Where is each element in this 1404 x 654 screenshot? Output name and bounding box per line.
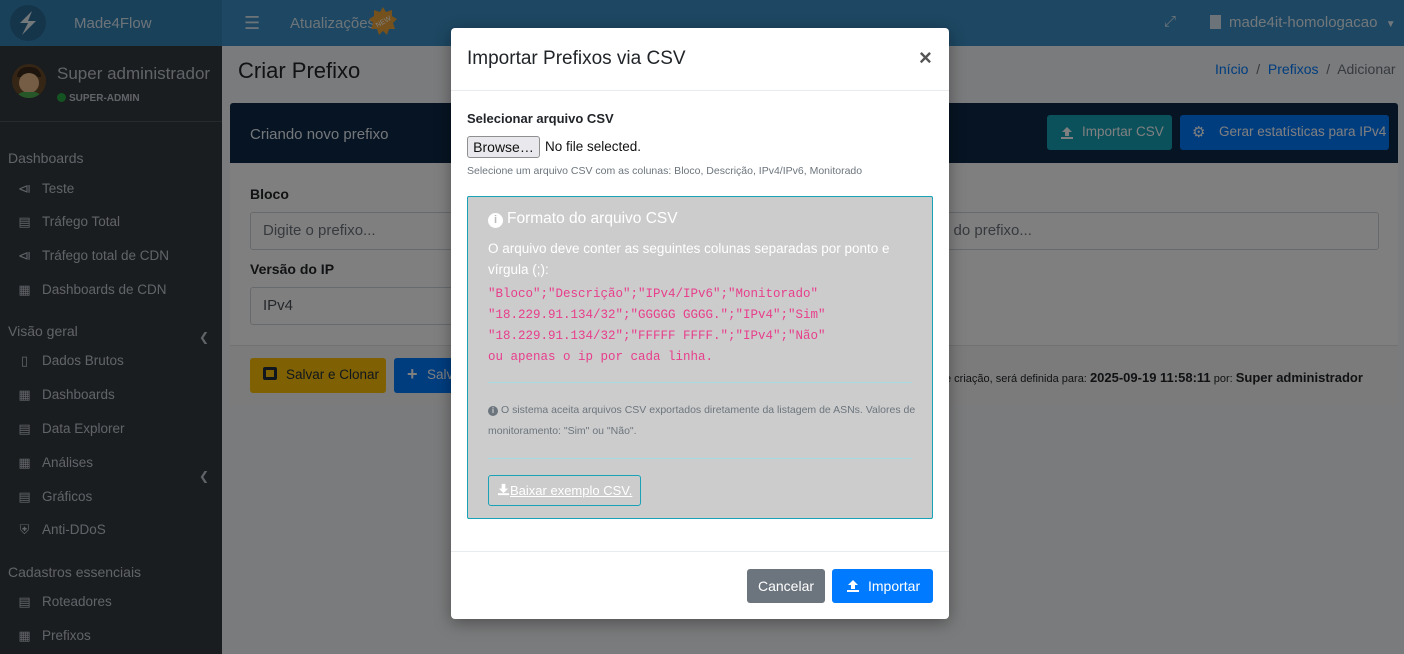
browse-button[interactable]: Browse… [467, 136, 540, 158]
cancel-button[interactable]: Cancelar [747, 569, 825, 603]
info-title-text: Formato do arquivo CSV [507, 210, 678, 227]
info-note-text: O sistema aceita arquivos CSV exportados… [488, 404, 916, 437]
csv-format-info: i Formato do arquivo CSV O arquivo deve c… [467, 196, 933, 519]
info-description: O arquivo deve conter as seguintes colun… [488, 241, 890, 277]
download-icon [497, 483, 510, 496]
file-hint: Selecione um arquivo CSV com as colunas:… [467, 165, 863, 177]
no-file-text: No file selected. [545, 139, 642, 154]
code-line: ou apenas o ip por cada linha. [488, 350, 714, 364]
upload-icon [847, 580, 859, 592]
download-example-label: Baixar exemplo CSV. [510, 483, 633, 498]
import-button[interactable]: Importar [832, 569, 933, 603]
import-csv-modal: Importar Prefixos via CSV × Selecionar a… [451, 28, 949, 619]
info-title: i Formato do arquivo CSV [488, 210, 678, 228]
code-line: "18.229.91.134/32";"FFFFF FFFF.";"IPv4";… [488, 329, 826, 343]
import-label: Importar [868, 578, 921, 594]
modal-title: Importar Prefixos via CSV [467, 48, 686, 69]
code-line: "18.229.91.134/32";"GGGGG GGGG.";"IPv4";… [488, 308, 826, 322]
info-note: iO sistema aceita arquivos CSV exportado… [488, 400, 918, 442]
file-label: Selecionar arquivo CSV [467, 111, 614, 126]
close-icon[interactable]: × [919, 45, 932, 71]
divider [488, 382, 912, 383]
info-icon: i [488, 406, 498, 416]
divider [488, 458, 912, 459]
code-line: "Bloco";"Descrição";"IPv4/IPv6";"Monitor… [488, 287, 819, 301]
modal-footer: Cancelar Importar [451, 551, 949, 619]
modal-header: Importar Prefixos via CSV × [451, 28, 949, 91]
info-icon: i [488, 213, 503, 228]
download-example-button[interactable]: Baixar exemplo CSV. [488, 475, 641, 506]
